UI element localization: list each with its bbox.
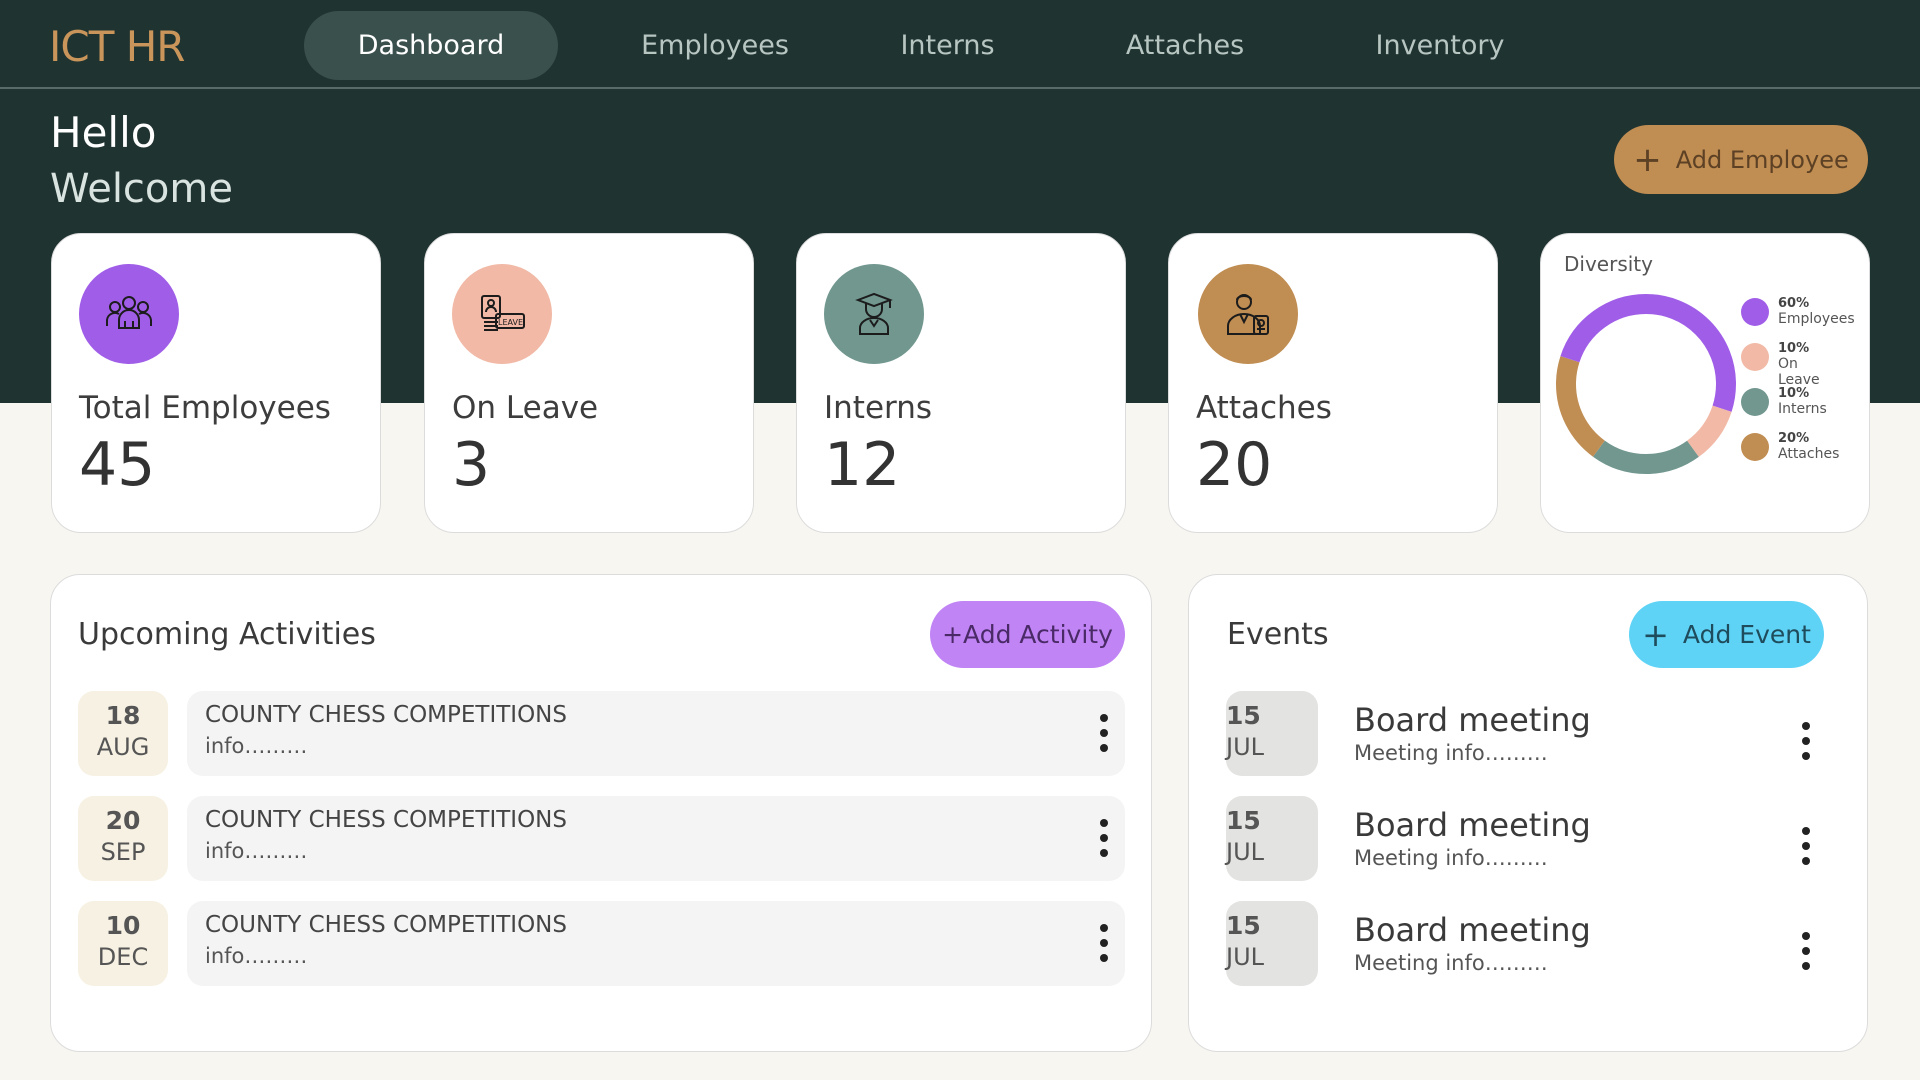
legend-name: On Leave <box>1778 356 1820 388</box>
leave-badge-icon: LEAVE <box>452 264 552 364</box>
date-month: SEP <box>100 838 146 866</box>
date-day: 15 <box>1226 701 1261 730</box>
add-activity-button[interactable]: +Add Activity <box>930 601 1125 668</box>
more-options-icon[interactable] <box>1799 932 1813 972</box>
activity-info: info……… <box>205 734 308 758</box>
stat-card-interns[interactable]: Interns 12 <box>796 233 1126 533</box>
activity-row: 10 DEC COUNTY CHESS COMPETITIONS info……… <box>78 901 1128 986</box>
add-employee-button[interactable]: + Add Employee <box>1614 125 1868 194</box>
event-info: Meeting info……… <box>1354 951 1548 975</box>
stat-value: 45 <box>79 430 156 500</box>
stat-value: 12 <box>824 430 901 500</box>
event-row[interactable]: 15 JUL Board meeting Meeting info……… <box>1226 901 1836 986</box>
stat-label: Attaches <box>1196 390 1332 426</box>
nav-interns[interactable]: Interns <box>865 11 1030 80</box>
date-day: 18 <box>105 701 141 730</box>
more-options-icon[interactable] <box>1097 924 1111 964</box>
stat-label: Interns <box>824 390 933 426</box>
diversity-title: Diversity <box>1564 252 1653 276</box>
legend-name: Attaches <box>1778 446 1840 462</box>
more-options-icon[interactable] <box>1097 714 1111 754</box>
date-day: 10 <box>105 911 141 940</box>
graduate-icon <box>824 264 924 364</box>
activity-card[interactable]: COUNTY CHESS COMPETITIONS info……… <box>187 901 1125 986</box>
date-month: JUL <box>1226 943 1265 971</box>
activity-row: 20 SEP COUNTY CHESS COMPETITIONS info……… <box>78 796 1128 881</box>
event-row[interactable]: 15 JUL Board meeting Meeting info……… <box>1226 691 1836 776</box>
legend-percent: 60% <box>1778 296 1810 311</box>
events-title: Events <box>1227 617 1329 652</box>
date-month: JUL <box>1226 838 1265 866</box>
date-month: AUG <box>96 733 150 761</box>
legend-percent: 10% <box>1778 386 1810 401</box>
more-options-icon[interactable] <box>1799 722 1813 762</box>
event-date: 15 JUL <box>1226 691 1318 776</box>
activity-card[interactable]: COUNTY CHESS COMPETITIONS info……… <box>187 691 1125 776</box>
activity-row: 18 AUG COUNTY CHESS COMPETITIONS info……… <box>78 691 1128 776</box>
date-day: 15 <box>1226 806 1261 835</box>
legend-percent: 20% <box>1778 431 1810 446</box>
legend-name: Interns <box>1778 401 1827 417</box>
date-month: JUL <box>1226 733 1265 761</box>
add-event-label: Add Event <box>1682 620 1811 649</box>
date-month: DEC <box>97 943 149 971</box>
legend-dot <box>1741 433 1769 461</box>
svg-text:LEAVE: LEAVE <box>498 318 523 327</box>
stat-card-on-leave[interactable]: LEAVE On Leave 3 <box>424 233 754 533</box>
activity-date: 10 DEC <box>78 901 168 986</box>
stat-label: On Leave <box>452 390 599 426</box>
event-title: Board meeting <box>1354 806 1591 844</box>
date-day: 20 <box>105 806 141 835</box>
legend-name: Employees <box>1778 311 1855 327</box>
legend-percent: 10% <box>1778 341 1810 356</box>
activity-info: info……… <box>205 839 308 863</box>
more-options-icon[interactable] <box>1799 827 1813 867</box>
stat-card-attaches[interactable]: Attaches 20 <box>1168 233 1498 533</box>
event-info: Meeting info……… <box>1354 846 1548 870</box>
stat-label: Total Employees <box>79 390 331 426</box>
activity-date: 20 SEP <box>78 796 168 881</box>
event-title: Board meeting <box>1354 911 1591 949</box>
nav-inventory[interactable]: Inventory <box>1350 11 1530 80</box>
attache-person-icon <box>1198 264 1298 364</box>
event-date: 15 JUL <box>1226 796 1318 881</box>
event-info: Meeting info……… <box>1354 741 1548 765</box>
nav-dashboard[interactable]: Dashboard <box>304 11 558 80</box>
employees-group-icon <box>79 264 179 364</box>
app-logo: ICT HR <box>49 22 185 71</box>
stat-value: 3 <box>452 430 491 500</box>
activity-info: info……… <box>205 944 308 968</box>
activity-date: 18 AUG <box>78 691 168 776</box>
nav-attaches[interactable]: Attaches <box>1100 11 1270 80</box>
activity-card[interactable]: COUNTY CHESS COMPETITIONS info……… <box>187 796 1125 881</box>
event-date: 15 JUL <box>1226 901 1318 986</box>
legend-dot <box>1741 388 1769 416</box>
top-navigation: ICT HR Dashboard Employees Interns Attac… <box>0 0 1920 89</box>
upcoming-activities-panel: Upcoming Activities +Add Activity 18 AUG… <box>50 574 1152 1052</box>
legend-dot <box>1741 343 1769 371</box>
activity-title: COUNTY CHESS COMPETITIONS <box>205 912 567 938</box>
activity-title: COUNTY CHESS COMPETITIONS <box>205 702 567 728</box>
event-row[interactable]: 15 JUL Board meeting Meeting info……… <box>1226 796 1836 881</box>
diversity-donut-chart <box>1556 294 1736 474</box>
plus-icon: + <box>1633 139 1662 180</box>
stat-card-total-employees[interactable]: Total Employees 45 <box>51 233 381 533</box>
legend-dot <box>1741 298 1769 326</box>
greeting-welcome: Welcome <box>50 166 233 212</box>
activities-title: Upcoming Activities <box>78 617 376 652</box>
add-employee-label: Add Employee <box>1675 145 1849 174</box>
activity-title: COUNTY CHESS COMPETITIONS <box>205 807 567 833</box>
date-day: 15 <box>1226 911 1261 940</box>
nav-employees[interactable]: Employees <box>620 11 810 80</box>
plus-icon: + <box>1642 615 1669 654</box>
stat-value: 20 <box>1196 430 1273 500</box>
more-options-icon[interactable] <box>1097 819 1111 859</box>
diversity-card: Diversity 60% Employees 10% On Leave 10%… <box>1540 233 1870 533</box>
event-title: Board meeting <box>1354 701 1591 739</box>
events-panel: Events + Add Event 15 JUL Board meeting … <box>1188 574 1868 1052</box>
add-event-button[interactable]: + Add Event <box>1629 601 1824 668</box>
greeting-hello: Hello <box>50 108 157 157</box>
